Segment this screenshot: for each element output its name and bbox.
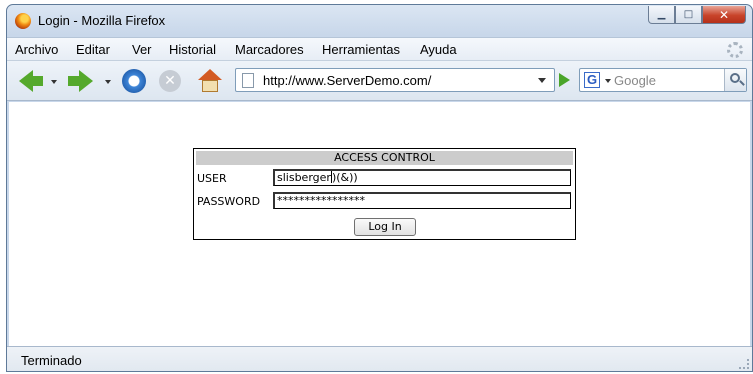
reload-icon[interactable] — [122, 69, 146, 93]
password-label: PASSWORD — [197, 195, 261, 208]
page-content: ACCESS CONTROL USER slisberger)(&)) PASS… — [9, 102, 750, 346]
firefox-icon — [15, 13, 31, 29]
close-button[interactable]: ✕ — [702, 6, 746, 24]
user-field[interactable]: slisberger)(&)) — [273, 169, 571, 186]
login-button[interactable]: Log In — [354, 218, 416, 236]
user-field-value: slisberger — [277, 171, 331, 184]
search-engine-icon[interactable]: G — [584, 72, 600, 88]
search-bar[interactable]: G Google — [579, 68, 747, 92]
back-arrow-tail[interactable] — [31, 76, 43, 86]
status-bar: Terminado — [7, 346, 752, 371]
url-history-chevron-icon[interactable] — [538, 78, 546, 83]
resize-grip-icon[interactable] — [739, 359, 749, 369]
back-history-chevron-icon[interactable] — [51, 80, 57, 84]
search-icon-handle — [739, 80, 745, 86]
window-controls: ▁ □ ✕ — [648, 6, 746, 24]
forward-history-chevron-icon[interactable] — [105, 80, 111, 84]
menu-editar[interactable]: Editar — [76, 42, 110, 57]
search-input[interactable]: Google — [614, 73, 656, 88]
form-header: ACCESS CONTROL — [196, 151, 573, 165]
window-title: Login - Mozilla Firefox — [38, 13, 166, 28]
search-button[interactable] — [724, 69, 746, 91]
address-input[interactable]: http://www.ServerDemo.com/ — [263, 73, 431, 88]
navigation-toolbar: ✕ http://www.ServerDemo.com/ G Google — [7, 61, 752, 101]
title-bar: Login - Mozilla Firefox ▁ □ ✕ — [7, 5, 752, 37]
go-icon[interactable] — [559, 73, 570, 87]
home-icon-body — [202, 80, 218, 92]
forward-arrow-icon[interactable] — [79, 70, 93, 92]
menu-bar: Archivo Editar Ver Historial Marcadores … — [7, 37, 752, 61]
minimize-button[interactable]: ▁ — [648, 6, 675, 24]
activity-throbber-icon — [727, 42, 743, 58]
browser-window: Login - Mozilla Firefox ▁ □ ✕ Archivo Ed… — [6, 4, 753, 372]
address-bar[interactable]: http://www.ServerDemo.com/ — [235, 68, 555, 92]
home-icon-roof — [198, 69, 222, 80]
search-engine-chevron-icon[interactable] — [605, 79, 611, 83]
menu-ver[interactable]: Ver — [132, 42, 152, 57]
maximize-button[interactable]: □ — [675, 6, 702, 24]
access-control-form: ACCESS CONTROL USER slisberger)(&)) PASS… — [193, 148, 576, 240]
menu-herramientas[interactable]: Herramientas — [322, 42, 400, 57]
password-field[interactable]: **************** — [273, 192, 571, 209]
menu-marcadores[interactable]: Marcadores — [235, 42, 304, 57]
menu-historial[interactable]: Historial — [169, 42, 216, 57]
page-icon — [242, 73, 254, 88]
status-text: Terminado — [21, 353, 82, 368]
home-icon[interactable] — [198, 69, 222, 93]
user-field-value-tail: )(&)) — [331, 171, 358, 184]
stop-icon[interactable]: ✕ — [159, 70, 181, 92]
menu-archivo[interactable]: Archivo — [15, 42, 58, 57]
user-label: USER — [197, 172, 227, 185]
menu-ayuda[interactable]: Ayuda — [420, 42, 457, 57]
